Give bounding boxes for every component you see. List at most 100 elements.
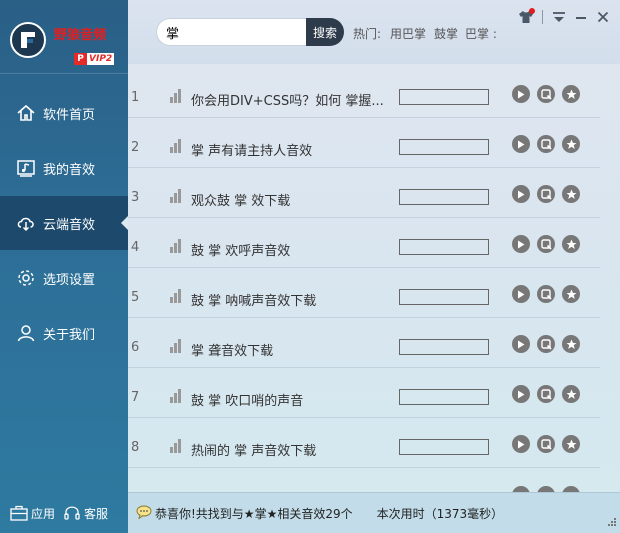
- list-item[interactable]: 4 鼓 掌 欢呼声音效: [128, 218, 600, 268]
- download-progress: [399, 139, 489, 155]
- download-progress: [399, 389, 489, 405]
- row-actions: [512, 285, 587, 303]
- list-item[interactable]: 1 你会用DIV+CSS吗？如何 掌握...: [128, 68, 600, 118]
- favorite-button[interactable]: [562, 185, 580, 203]
- magnifier-icon: [540, 238, 552, 250]
- signal-bars-icon: [170, 339, 186, 353]
- home-icon: [16, 103, 36, 123]
- apps-button[interactable]: 应用: [10, 505, 55, 522]
- star-icon: [566, 139, 576, 149]
- minimize-icon: [576, 17, 586, 19]
- briefcase-icon: [10, 505, 28, 521]
- resize-grip-icon[interactable]: [607, 516, 617, 530]
- sound-title: 你会用DIV+CSS吗？如何 掌握...: [191, 94, 384, 109]
- close-button[interactable]: [592, 8, 614, 26]
- hot-tag[interactable]: 用巴掌: [390, 25, 426, 42]
- favorite-button[interactable]: [562, 135, 580, 153]
- signal-bars-icon: [170, 289, 186, 303]
- magnifier-icon: [540, 138, 552, 150]
- sound-title: 观众鼓 掌 效下载: [191, 194, 291, 209]
- hot-label: 热门:: [353, 27, 382, 41]
- app-logo-icon: [10, 22, 46, 58]
- search-similar-button[interactable]: [537, 335, 555, 353]
- magnifier-icon: [540, 88, 552, 100]
- apps-label: 应用: [31, 506, 56, 521]
- row-actions: [512, 185, 587, 203]
- play-button[interactable]: [512, 235, 530, 253]
- vip-prefix: P: [74, 53, 87, 65]
- favorite-button[interactable]: [562, 385, 580, 403]
- sidebar-item-cloud-sounds[interactable]: 云端音效: [0, 196, 128, 250]
- magnifier-icon: [540, 288, 552, 300]
- list-item-partial[interactable]: [128, 468, 600, 492]
- notification-dot: [529, 8, 535, 14]
- sound-title: 掌 聋音效下载: [191, 344, 274, 359]
- play-button[interactable]: [512, 135, 530, 153]
- minimize-button[interactable]: [570, 8, 592, 26]
- favorite-button[interactable]: [562, 335, 580, 353]
- sidebar-item-my-sounds[interactable]: 我的音效: [0, 141, 128, 195]
- favorite-button[interactable]: [562, 435, 580, 453]
- search-similar-button[interactable]: [537, 435, 555, 453]
- favorite-button[interactable]: [562, 285, 580, 303]
- sidebar-item-settings[interactable]: 选项设置: [0, 251, 128, 305]
- favorite-button[interactable]: [562, 85, 580, 103]
- menu-button[interactable]: [548, 8, 570, 26]
- play-button[interactable]: [512, 185, 530, 203]
- play-button[interactable]: [512, 335, 530, 353]
- search-similar-button[interactable]: [537, 235, 555, 253]
- sidebar-item-about[interactable]: 关于我们: [0, 306, 128, 360]
- signal-bars-icon: [170, 389, 186, 403]
- sidebar-item-home[interactable]: 软件首页: [0, 86, 128, 140]
- play-icon: [518, 140, 525, 148]
- signal-bars-icon: [170, 239, 186, 253]
- search-similar-button[interactable]: [537, 385, 555, 403]
- play-button[interactable]: [512, 285, 530, 303]
- play-button[interactable]: [512, 435, 530, 453]
- list-item[interactable]: 2 掌 声有请主持人音效: [128, 118, 600, 168]
- cloud-download-icon: [16, 213, 36, 233]
- download-progress: [399, 189, 489, 205]
- hot-tag[interactable]: 巴掌 :: [465, 25, 497, 42]
- menu-dropdown-icon: [553, 12, 565, 22]
- headset-icon: [64, 506, 80, 520]
- play-button[interactable]: [512, 385, 530, 403]
- sidebar-item-label: 选项设置: [43, 272, 96, 288]
- list-item[interactable]: 5 鼓 掌 呐喊声音效下载: [128, 268, 600, 318]
- search-similar-button[interactable]: [537, 135, 555, 153]
- search-similar-button[interactable]: [537, 285, 555, 303]
- download-progress: [399, 89, 489, 105]
- list-item[interactable]: 8 热闹的 掌 声音效下载: [128, 418, 600, 468]
- play-icon: [518, 190, 525, 198]
- sidebar: 野狼音频 P VIP2 软件首页 我的音效 云端音效 选项设置 关于我们 应用 …: [0, 0, 128, 533]
- vip-label: VIP2: [87, 53, 115, 65]
- star-icon: [566, 339, 576, 349]
- row-number: 3: [131, 190, 140, 205]
- service-button[interactable]: 客服: [63, 504, 108, 522]
- list-item[interactable]: 3 观众鼓 掌 效下载: [128, 168, 600, 218]
- skin-button[interactable]: [515, 8, 537, 26]
- sound-title: 鼓 掌 吹口哨的声音: [191, 394, 304, 409]
- sound-title: 掌 声有请主持人音效: [191, 144, 313, 159]
- divider: [542, 10, 543, 24]
- status-message: 恭喜你!共找到与★掌★相关音效29个: [155, 506, 353, 521]
- row-number: 6: [131, 340, 140, 355]
- row-actions: [512, 335, 587, 353]
- search-input[interactable]: [166, 24, 296, 40]
- list-item[interactable]: 7 鼓 掌 吹口哨的声音: [128, 368, 600, 418]
- play-button[interactable]: [512, 85, 530, 103]
- play-icon: [518, 240, 525, 248]
- hot-tag[interactable]: 鼓掌: [434, 25, 458, 42]
- search-button[interactable]: 搜索: [306, 18, 344, 46]
- star-icon: [566, 389, 576, 399]
- vip-badge: P VIP2: [74, 53, 115, 65]
- sidebar-item-label: 云端音效: [43, 217, 96, 233]
- row-actions: [512, 135, 587, 153]
- logo-area: 野狼音频 P VIP2: [0, 0, 128, 74]
- search-similar-button[interactable]: [537, 85, 555, 103]
- music-note-icon: [16, 158, 36, 178]
- search-similar-button[interactable]: [537, 185, 555, 203]
- row-number: 5: [131, 290, 140, 305]
- favorite-button[interactable]: [562, 235, 580, 253]
- list-item[interactable]: 6 掌 聋音效下载: [128, 318, 600, 368]
